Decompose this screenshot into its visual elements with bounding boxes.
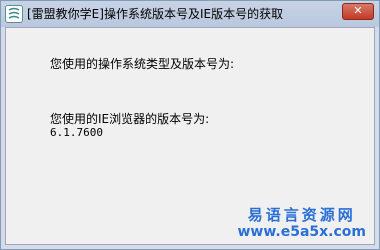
- watermark-title: 易语言资源网: [247, 206, 356, 224]
- close-button[interactable]: ✕: [342, 3, 374, 20]
- watermark: 易语言资源网 www.e5a5x.com: [237, 206, 366, 240]
- app-window: [雷盟教你学E]操作系统版本号及IE版本号的获取 ✕ 您使用的操作系统类型及版本…: [0, 0, 380, 250]
- watermark-url: www.e5a5x.com: [237, 224, 366, 240]
- window-title: [雷盟教你学E]操作系统版本号及IE版本号的获取: [27, 7, 284, 21]
- app-logo-icon: [5, 5, 23, 23]
- os-version-label: 您使用的操作系统类型及版本号为:: [50, 57, 235, 71]
- client-area: 您使用的操作系统类型及版本号为: 您使用的IE浏览器的版本号为: 6.1.760…: [5, 27, 375, 245]
- ie-version-value: 6.1.7600: [50, 126, 103, 139]
- title-bar[interactable]: [雷盟教你学E]操作系统版本号及IE版本号的获取 ✕: [1, 1, 379, 27]
- ie-version-label: 您使用的IE浏览器的版本号为:: [50, 112, 210, 126]
